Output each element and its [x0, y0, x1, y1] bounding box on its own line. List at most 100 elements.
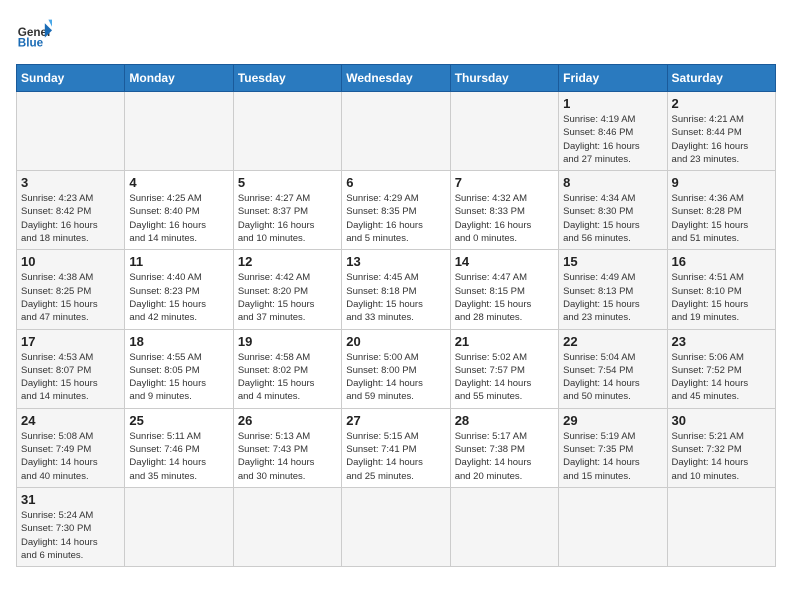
calendar-day: 16 Sunrise: 4:51 AM Sunset: 8:10 PM Dayli…	[667, 250, 775, 329]
day-info: Sunrise: 4:27 AM Sunset: 8:37 PM Dayligh…	[238, 192, 337, 245]
day-number: 17	[21, 334, 120, 349]
day-info: Sunrise: 4:21 AM Sunset: 8:44 PM Dayligh…	[672, 113, 771, 166]
calendar-day: 20 Sunrise: 5:00 AM Sunset: 8:00 PM Dayli…	[342, 329, 450, 408]
day-number: 6	[346, 175, 445, 190]
day-info: Sunrise: 5:17 AM Sunset: 7:38 PM Dayligh…	[455, 430, 554, 483]
day-info: Sunrise: 4:29 AM Sunset: 8:35 PM Dayligh…	[346, 192, 445, 245]
day-info: Sunrise: 4:45 AM Sunset: 8:18 PM Dayligh…	[346, 271, 445, 324]
calendar-day: 9 Sunrise: 4:36 AM Sunset: 8:28 PM Daylig…	[667, 171, 775, 250]
calendar-day	[667, 487, 775, 566]
calendar-day: 29Sunrise: 5:19 AM Sunset: 7:35 PM Dayli…	[559, 408, 667, 487]
calendar-day: 26Sunrise: 5:13 AM Sunset: 7:43 PM Dayli…	[233, 408, 341, 487]
day-info: Sunrise: 4:38 AM Sunset: 8:25 PM Dayligh…	[21, 271, 120, 324]
calendar-day: 18 Sunrise: 4:55 AM Sunset: 8:05 PM Dayli…	[125, 329, 233, 408]
day-number: 22	[563, 334, 662, 349]
day-info: Sunrise: 5:13 AM Sunset: 7:43 PM Dayligh…	[238, 430, 337, 483]
day-number: 25	[129, 413, 228, 428]
calendar-day: 17 Sunrise: 4:53 AM Sunset: 8:07 PM Dayli…	[17, 329, 125, 408]
page-header: General Blue	[16, 16, 776, 52]
day-number: 9	[672, 175, 771, 190]
calendar-week-5: 31 Sunrise: 5:24 AM Sunset: 7:30 PM Dayli…	[17, 487, 776, 566]
calendar-table: SundayMondayTuesdayWednesdayThursdayFrid…	[16, 64, 776, 567]
day-info: Sunrise: 4:47 AM Sunset: 8:15 PM Dayligh…	[455, 271, 554, 324]
day-info: Sunrise: 5:24 AM Sunset: 7:30 PM Dayligh…	[21, 509, 120, 562]
day-info: Sunrise: 5:02 AM Sunset: 7:57 PM Dayligh…	[455, 351, 554, 404]
calendar-day: 12 Sunrise: 4:42 AM Sunset: 8:20 PM Dayli…	[233, 250, 341, 329]
day-number: 10	[21, 254, 120, 269]
day-number: 20	[346, 334, 445, 349]
day-info: Sunrise: 5:11 AM Sunset: 7:46 PM Dayligh…	[129, 430, 228, 483]
day-number: 15	[563, 254, 662, 269]
calendar-day	[125, 487, 233, 566]
calendar-day: 7 Sunrise: 4:32 AM Sunset: 8:33 PM Daylig…	[450, 171, 558, 250]
day-info: Sunrise: 4:34 AM Sunset: 8:30 PM Dayligh…	[563, 192, 662, 245]
calendar-day: 31 Sunrise: 5:24 AM Sunset: 7:30 PM Dayli…	[17, 487, 125, 566]
calendar-day: 24Sunrise: 5:08 AM Sunset: 7:49 PM Dayli…	[17, 408, 125, 487]
calendar-week-3: 17 Sunrise: 4:53 AM Sunset: 8:07 PM Dayli…	[17, 329, 776, 408]
calendar-day	[450, 92, 558, 171]
calendar-day: 22 Sunrise: 5:04 AM Sunset: 7:54 PM Dayli…	[559, 329, 667, 408]
day-number: 30	[672, 413, 771, 428]
day-info: Sunrise: 5:21 AM Sunset: 7:32 PM Dayligh…	[672, 430, 771, 483]
day-number: 7	[455, 175, 554, 190]
calendar-day	[233, 487, 341, 566]
calendar-day	[233, 92, 341, 171]
calendar-week-4: 24Sunrise: 5:08 AM Sunset: 7:49 PM Dayli…	[17, 408, 776, 487]
calendar-day: 2 Sunrise: 4:21 AM Sunset: 8:44 PM Daylig…	[667, 92, 775, 171]
calendar-day: 8 Sunrise: 4:34 AM Sunset: 8:30 PM Daylig…	[559, 171, 667, 250]
calendar-day	[17, 92, 125, 171]
day-number: 19	[238, 334, 337, 349]
weekday-header-saturday: Saturday	[667, 65, 775, 92]
day-number: 12	[238, 254, 337, 269]
day-number: 31	[21, 492, 120, 507]
day-info: Sunrise: 5:00 AM Sunset: 8:00 PM Dayligh…	[346, 351, 445, 404]
calendar-week-2: 10 Sunrise: 4:38 AM Sunset: 8:25 PM Dayli…	[17, 250, 776, 329]
day-info: Sunrise: 5:06 AM Sunset: 7:52 PM Dayligh…	[672, 351, 771, 404]
day-info: Sunrise: 4:42 AM Sunset: 8:20 PM Dayligh…	[238, 271, 337, 324]
calendar-day: 11 Sunrise: 4:40 AM Sunset: 8:23 PM Dayli…	[125, 250, 233, 329]
calendar-day	[342, 92, 450, 171]
day-info: Sunrise: 4:40 AM Sunset: 8:23 PM Dayligh…	[129, 271, 228, 324]
day-info: Sunrise: 4:51 AM Sunset: 8:10 PM Dayligh…	[672, 271, 771, 324]
day-number: 2	[672, 96, 771, 111]
day-info: Sunrise: 4:23 AM Sunset: 8:42 PM Dayligh…	[21, 192, 120, 245]
day-number: 16	[672, 254, 771, 269]
calendar-day: 1Sunrise: 4:19 AM Sunset: 8:46 PM Daylig…	[559, 92, 667, 171]
day-info: Sunrise: 4:32 AM Sunset: 8:33 PM Dayligh…	[455, 192, 554, 245]
calendar-day	[450, 487, 558, 566]
day-info: Sunrise: 5:04 AM Sunset: 7:54 PM Dayligh…	[563, 351, 662, 404]
day-info: Sunrise: 4:25 AM Sunset: 8:40 PM Dayligh…	[129, 192, 228, 245]
day-info: Sunrise: 5:15 AM Sunset: 7:41 PM Dayligh…	[346, 430, 445, 483]
calendar-day: 5 Sunrise: 4:27 AM Sunset: 8:37 PM Daylig…	[233, 171, 341, 250]
weekday-header-thursday: Thursday	[450, 65, 558, 92]
day-number: 14	[455, 254, 554, 269]
day-info: Sunrise: 4:19 AM Sunset: 8:46 PM Dayligh…	[563, 113, 662, 166]
weekday-header-tuesday: Tuesday	[233, 65, 341, 92]
svg-text:Blue: Blue	[18, 37, 44, 50]
calendar-day	[125, 92, 233, 171]
day-info: Sunrise: 5:19 AM Sunset: 7:35 PM Dayligh…	[563, 430, 662, 483]
day-number: 18	[129, 334, 228, 349]
day-number: 8	[563, 175, 662, 190]
day-info: Sunrise: 4:36 AM Sunset: 8:28 PM Dayligh…	[672, 192, 771, 245]
day-info: Sunrise: 5:08 AM Sunset: 7:49 PM Dayligh…	[21, 430, 120, 483]
logo-icon: General Blue	[16, 16, 52, 52]
calendar-day: 3Sunrise: 4:23 AM Sunset: 8:42 PM Daylig…	[17, 171, 125, 250]
day-info: Sunrise: 4:58 AM Sunset: 8:02 PM Dayligh…	[238, 351, 337, 404]
weekday-header-sunday: Sunday	[17, 65, 125, 92]
day-info: Sunrise: 4:53 AM Sunset: 8:07 PM Dayligh…	[21, 351, 120, 404]
calendar-day: 4 Sunrise: 4:25 AM Sunset: 8:40 PM Daylig…	[125, 171, 233, 250]
weekday-header-monday: Monday	[125, 65, 233, 92]
calendar-day: 19 Sunrise: 4:58 AM Sunset: 8:02 PM Dayli…	[233, 329, 341, 408]
calendar-day: 15Sunrise: 4:49 AM Sunset: 8:13 PM Dayli…	[559, 250, 667, 329]
day-number: 13	[346, 254, 445, 269]
calendar-day	[342, 487, 450, 566]
day-number: 21	[455, 334, 554, 349]
calendar-day	[559, 487, 667, 566]
calendar-day: 6 Sunrise: 4:29 AM Sunset: 8:35 PM Daylig…	[342, 171, 450, 250]
day-number: 5	[238, 175, 337, 190]
day-number: 27	[346, 413, 445, 428]
day-number: 4	[129, 175, 228, 190]
day-info: Sunrise: 4:55 AM Sunset: 8:05 PM Dayligh…	[129, 351, 228, 404]
day-number: 11	[129, 254, 228, 269]
